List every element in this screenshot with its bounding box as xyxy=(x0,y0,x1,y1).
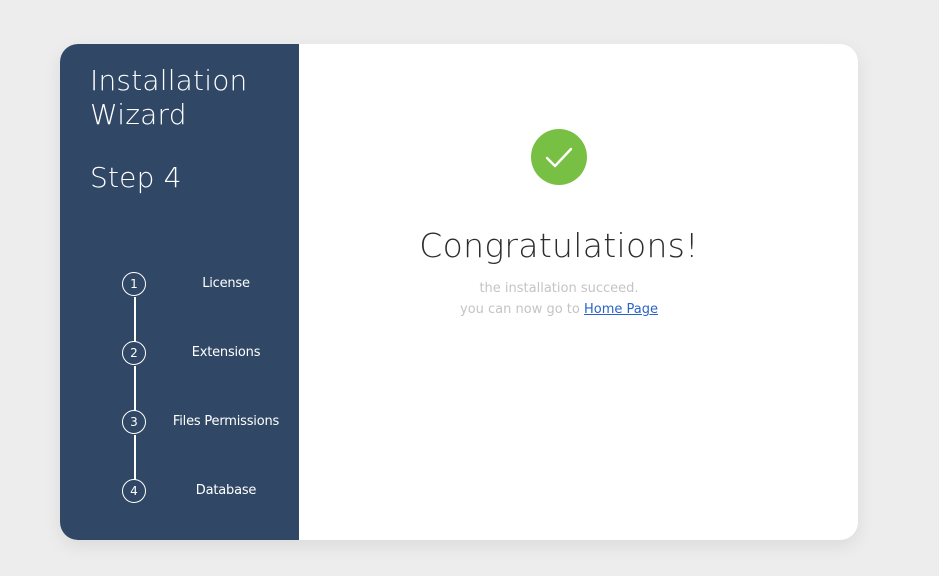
step-connector xyxy=(134,435,136,480)
wizard-card: Installation Wizard Step 4 1 License 2 E… xyxy=(60,44,858,540)
step-item-license: 1 License xyxy=(122,272,299,298)
check-icon xyxy=(531,129,587,185)
step-number-badge: 3 xyxy=(122,410,146,434)
step-label: Extensions xyxy=(191,345,261,360)
success-message: the installation succeed. you can now go… xyxy=(299,278,819,320)
step-number-badge: 2 xyxy=(122,341,146,365)
step-item-database: 4 Database xyxy=(122,479,299,505)
success-line: the installation succeed. xyxy=(479,281,639,296)
home-page-link[interactable]: Home Page xyxy=(584,302,658,317)
next-step-line: you can now go to Home Page xyxy=(299,299,819,320)
step-connector xyxy=(134,297,136,342)
success-heading: Congratulations! xyxy=(419,226,699,265)
next-step-prefix: you can now go to xyxy=(460,302,580,317)
step-label: License xyxy=(202,276,250,291)
step-number-badge: 1 xyxy=(122,272,146,296)
step-item-files-permissions: 3 Files Permissions xyxy=(122,410,299,436)
step-list: 1 License 2 Extensions 3 Files Permissio… xyxy=(60,44,299,540)
wizard-sidebar: Installation Wizard Step 4 1 License 2 E… xyxy=(60,44,299,540)
wizard-content: Congratulations! the installation succee… xyxy=(299,44,858,540)
step-item-extensions: 2 Extensions xyxy=(122,341,299,367)
step-label: Files Permissions xyxy=(172,414,280,429)
step-number-badge: 4 xyxy=(122,479,146,503)
step-connector xyxy=(134,366,136,411)
step-label: Database xyxy=(195,483,257,498)
